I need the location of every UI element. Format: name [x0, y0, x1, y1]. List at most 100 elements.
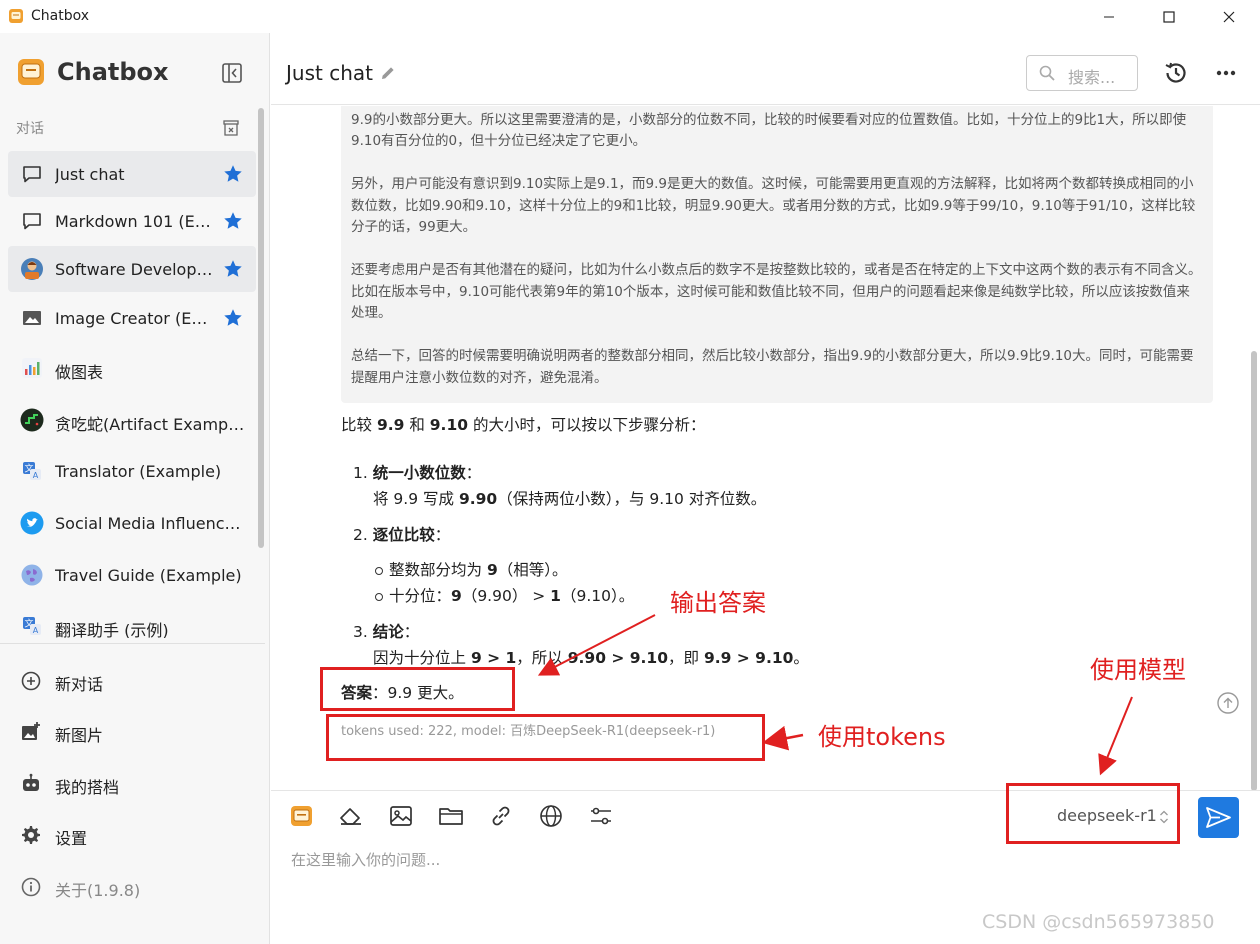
step-2-title: 2. 逐位比较：	[353, 526, 451, 544]
robot-icon	[23, 773, 39, 791]
gear-icon	[22, 826, 40, 844]
maximize-button[interactable]	[1146, 0, 1192, 33]
chat-bubble-icon	[23, 166, 41, 183]
send-icon	[1206, 807, 1231, 828]
annotation-box-tokens	[326, 714, 765, 761]
send-button[interactable]	[1198, 797, 1239, 838]
edit-pencil-icon[interactable]	[379, 64, 397, 82]
new-chat-label: 新对话	[55, 675, 104, 694]
annotation-use-model: 使用模型	[1090, 656, 1186, 684]
chatbox-app-icon	[9, 9, 23, 23]
globe-web-search-icon[interactable]	[538, 803, 564, 829]
conversation-list: Just chat Markdown 101 (Example) Softwar…	[0, 148, 262, 638]
watermark: CSDN @csdn565973850	[982, 911, 1215, 933]
chat-item-markdown-101[interactable]: Markdown 101 (Example)	[8, 198, 256, 244]
sidebar-scrollbar[interactable]	[258, 108, 264, 548]
step-1-title: 1. 统一小数位数：	[353, 464, 482, 482]
brand-name: Chatbox	[57, 58, 169, 86]
chat-item-social-media[interactable]: Social Media Influencer (Example)	[8, 500, 256, 546]
star-icon[interactable]	[222, 258, 244, 280]
translate-avatar-icon: 文 A	[23, 462, 41, 480]
scroll-to-top-icon[interactable]	[1216, 691, 1240, 715]
snake-game-avatar-icon	[20, 408, 44, 432]
chat-item-label: 贪吃蛇(Artifact Example)	[55, 415, 247, 434]
image-upload-icon[interactable]	[388, 803, 414, 829]
star-icon[interactable]	[222, 307, 244, 329]
chat-item-label: Travel Guide (Example)	[55, 566, 242, 585]
thinking-paragraph: 部分是9和9。这时候可能会有疑问，因为用户可能认为9.10比9.9大，因为10比…	[351, 111, 1187, 150]
thinking-paragraph: 总结一下，回答的时候需要明确说明两者的整数部分相同，然后比较小数部分，指出9.9…	[351, 348, 1194, 386]
chat-item-just-chat[interactable]: Just chat	[8, 151, 256, 197]
search-input[interactable]: 搜索...	[1026, 55, 1138, 91]
svg-text:A: A	[33, 471, 39, 480]
star-icon[interactable]	[222, 210, 244, 232]
chat-item-make-chart[interactable]: 做图表	[8, 345, 256, 391]
chat-item-label: Markdown 101 (Example)	[55, 212, 215, 231]
globe-avatar-icon	[21, 564, 43, 586]
chat-item-label: Image Creator (Example)	[55, 309, 215, 328]
chatbox-logo-icon	[18, 59, 44, 85]
chat-bubble-icon	[23, 213, 41, 230]
add-image-icon	[22, 722, 40, 740]
step-2-bullet: 整数部分均为 9（相等）。	[375, 557, 568, 583]
settings-button[interactable]: 设置	[8, 813, 256, 857]
chat-title: Just chat	[286, 61, 373, 85]
step-1-body: 将 9.9 写成 9.90（保持两位小数），与 9.10 对齐位数。	[373, 490, 767, 508]
chat-item-label: Social Media Influencer (Example)	[55, 514, 247, 533]
star-icon[interactable]	[222, 163, 244, 185]
info-icon	[21, 877, 41, 897]
chat-item-label: Software Developer (Example)	[55, 260, 215, 279]
chat-header: Just chat 搜索...	[271, 33, 1260, 105]
chat-item-snake-game[interactable]: 贪吃蛇(Artifact Example)	[8, 397, 256, 443]
close-button[interactable]	[1206, 0, 1252, 33]
step-2-bullet: 十分位：9（9.90） > 1（9.10）。	[374, 583, 634, 609]
window-title: Chatbox	[31, 8, 90, 24]
sidebar: Chatbox 对话 Just chat Markdown 101 (Examp…	[0, 33, 270, 944]
chat-item-translator[interactable]: 文 A Translator (Example)	[8, 448, 256, 494]
link-icon[interactable]	[488, 803, 514, 829]
chat-item-travel-guide[interactable]: Travel Guide (Example)	[8, 552, 256, 598]
new-image-label: 新图片	[55, 726, 104, 745]
section-label-conversations: 对话	[16, 121, 44, 137]
chatbox-tool-icon[interactable]	[289, 803, 315, 829]
chart-avatar-icon	[22, 358, 42, 378]
chat-item-software-developer[interactable]: Software Developer (Example)	[8, 246, 256, 292]
add-circle-icon	[21, 671, 41, 691]
message-scrollbar[interactable]	[1251, 351, 1257, 790]
answer-intro: 比较 9.9 和 9.10 的大小时，可以按以下步骤分析：	[341, 416, 706, 434]
sidebar-divider	[0, 643, 265, 644]
chat-item-label: Just chat	[55, 165, 125, 184]
title-bar: Chatbox	[0, 0, 1260, 33]
new-image-button[interactable]: 新图片	[8, 710, 256, 754]
minimize-button[interactable]	[1086, 0, 1132, 33]
search-icon	[1039, 65, 1055, 81]
thinking-process: 部分是9和9。这时候可能会有疑问，因为用户可能认为9.10比9.9大，因为10比…	[341, 106, 1213, 403]
chat-item-translation-assistant[interactable]: 文 A 翻译助手 (示例)	[8, 603, 256, 638]
annotation-output-answer: 输出答案	[670, 589, 766, 617]
thinking-paragraph: 另外，用户可能没有意识到9.10实际上是9.1，而9.9是更大的数值。这时候，可…	[351, 176, 1196, 235]
developer-avatar-icon	[21, 258, 43, 280]
message-input[interactable]: 在这里输入你的问题...	[291, 849, 440, 870]
chat-item-label: 做图表	[55, 363, 104, 382]
more-options-icon[interactable]	[1211, 58, 1241, 88]
history-icon[interactable]	[1161, 58, 1191, 88]
eraser-icon[interactable]	[338, 803, 364, 829]
my-partners-button[interactable]: 我的搭档	[8, 762, 256, 806]
annotation-box-answer	[320, 667, 515, 711]
thinking-paragraph: 还要考虑用户是否有其他潜在的疑问，比如为什么小数点后的数字不是按整数比较的，或者…	[351, 262, 1202, 321]
step-3-title: 3. 结论：	[353, 623, 420, 641]
annotation-use-tokens: 使用tokens	[818, 723, 946, 751]
chat-item-label: Translator (Example)	[55, 462, 222, 481]
folder-icon[interactable]	[438, 803, 464, 829]
chat-item-image-creator[interactable]: Image Creator (Example)	[8, 295, 256, 341]
twitter-avatar-icon	[20, 511, 44, 535]
about-button[interactable]: 关于(1.9.8)	[8, 865, 256, 909]
close-icon	[1223, 11, 1235, 22]
maximize-icon	[1163, 10, 1175, 23]
brand: Chatbox	[17, 58, 169, 86]
new-chat-button[interactable]: 新对话	[8, 659, 256, 703]
clear-conversations-icon[interactable]	[221, 118, 241, 138]
about-label: 关于(1.9.8)	[55, 881, 141, 900]
settings-sliders-icon[interactable]	[588, 803, 614, 829]
collapse-sidebar-icon[interactable]	[220, 61, 244, 85]
